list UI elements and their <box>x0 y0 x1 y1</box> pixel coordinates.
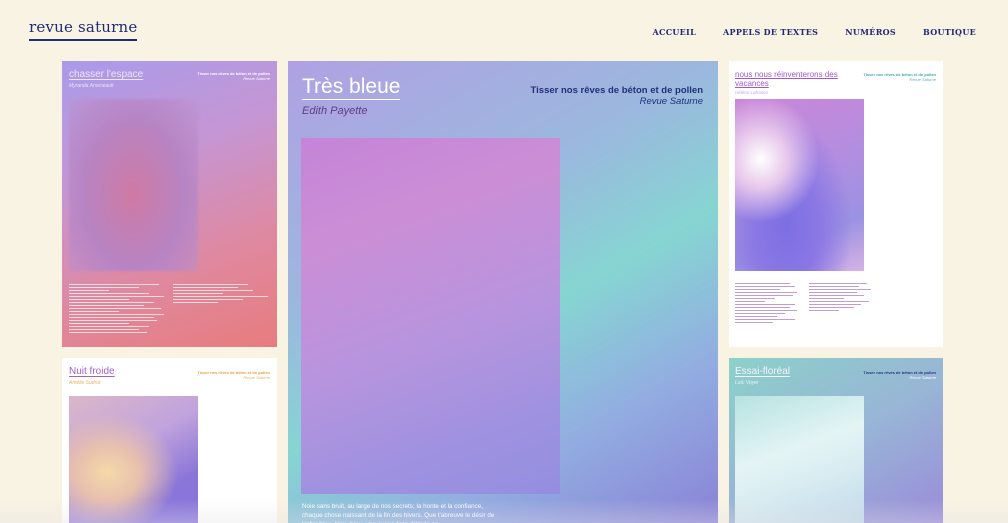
cover-artwork <box>735 396 864 523</box>
card-author: Amélie Sudrot <box>69 380 101 386</box>
site-logo[interactable]: revue saturne <box>29 18 138 41</box>
card-author: Hélène Lafrance <box>735 90 769 95</box>
card-author: Edith Payette <box>302 105 368 117</box>
cover-artwork <box>735 99 864 271</box>
nav-accueil[interactable]: ACCUEIL <box>653 27 696 37</box>
card-publisher: Revue Saturne <box>909 375 936 380</box>
poem-text-preview <box>735 281 935 325</box>
card-collection-info: Tisser nos rêves de béton et de pollen R… <box>197 370 270 380</box>
publication-card-nous-nous-reinventerons[interactable]: nous nous réinventerons des vacances Hél… <box>729 61 943 347</box>
cover-artwork <box>69 99 198 271</box>
publication-card-chasser-l-espace[interactable]: chasser l'espace Myranda Arseneault Tiss… <box>62 61 277 347</box>
publication-card-nuit-froide[interactable]: Nuit froide Amélie Sudrot Tisser nos rêv… <box>62 358 277 523</box>
nav-appels-de-textes[interactable]: APPELS DE TEXTES <box>723 27 818 37</box>
poem-text-preview <box>69 282 269 335</box>
card-author: Loïc Voyer <box>735 380 759 386</box>
main-nav: ACCUEIL APPELS DE TEXTES NUMÉROS BOUTIQU… <box>653 27 976 37</box>
cover-artwork <box>301 138 560 494</box>
card-publisher: Revue Saturne <box>243 375 270 380</box>
card-title[interactable]: Très bleue <box>302 75 401 100</box>
card-publisher: Revue Saturne <box>909 77 936 82</box>
poem-excerpt: Noie sans bruit, au large de nos secrets… <box>302 503 495 523</box>
card-title[interactable]: nous nous réinventerons des vacances <box>735 70 845 88</box>
card-author: Myranda Arseneault <box>69 83 114 89</box>
nav-boutique[interactable]: BOUTIQUE <box>923 27 976 37</box>
card-collection-info: Tisser nos rêves de béton et de pollen R… <box>863 370 936 380</box>
cover-artwork <box>69 396 198 523</box>
card-collection-info: Tisser nos rêves de béton et de pollen R… <box>531 85 703 107</box>
card-collection: Tisser nos rêves de béton et de pollen <box>530 85 703 96</box>
card-collection-info: Tisser nos rêves de béton et de pollen R… <box>197 71 270 81</box>
card-title[interactable]: chasser l'espace <box>69 69 143 80</box>
card-title[interactable]: Essai-floréal <box>735 366 790 377</box>
card-publisher: Revue Saturne <box>243 76 270 81</box>
card-collection-info: Tisser nos rêves de béton et de pollen R… <box>863 72 936 82</box>
nav-numeros[interactable]: NUMÉROS <box>845 27 896 37</box>
publication-card-essai-floreal[interactable]: Essai-floréal Loïc Voyer Tisser nos rêve… <box>729 358 943 523</box>
publication-card-tres-bleue[interactable]: Très bleue Edith Payette Tisser nos rêve… <box>288 61 718 523</box>
card-publisher: Revue Saturne <box>639 96 703 107</box>
card-title[interactable]: Nuit froide <box>69 366 115 377</box>
